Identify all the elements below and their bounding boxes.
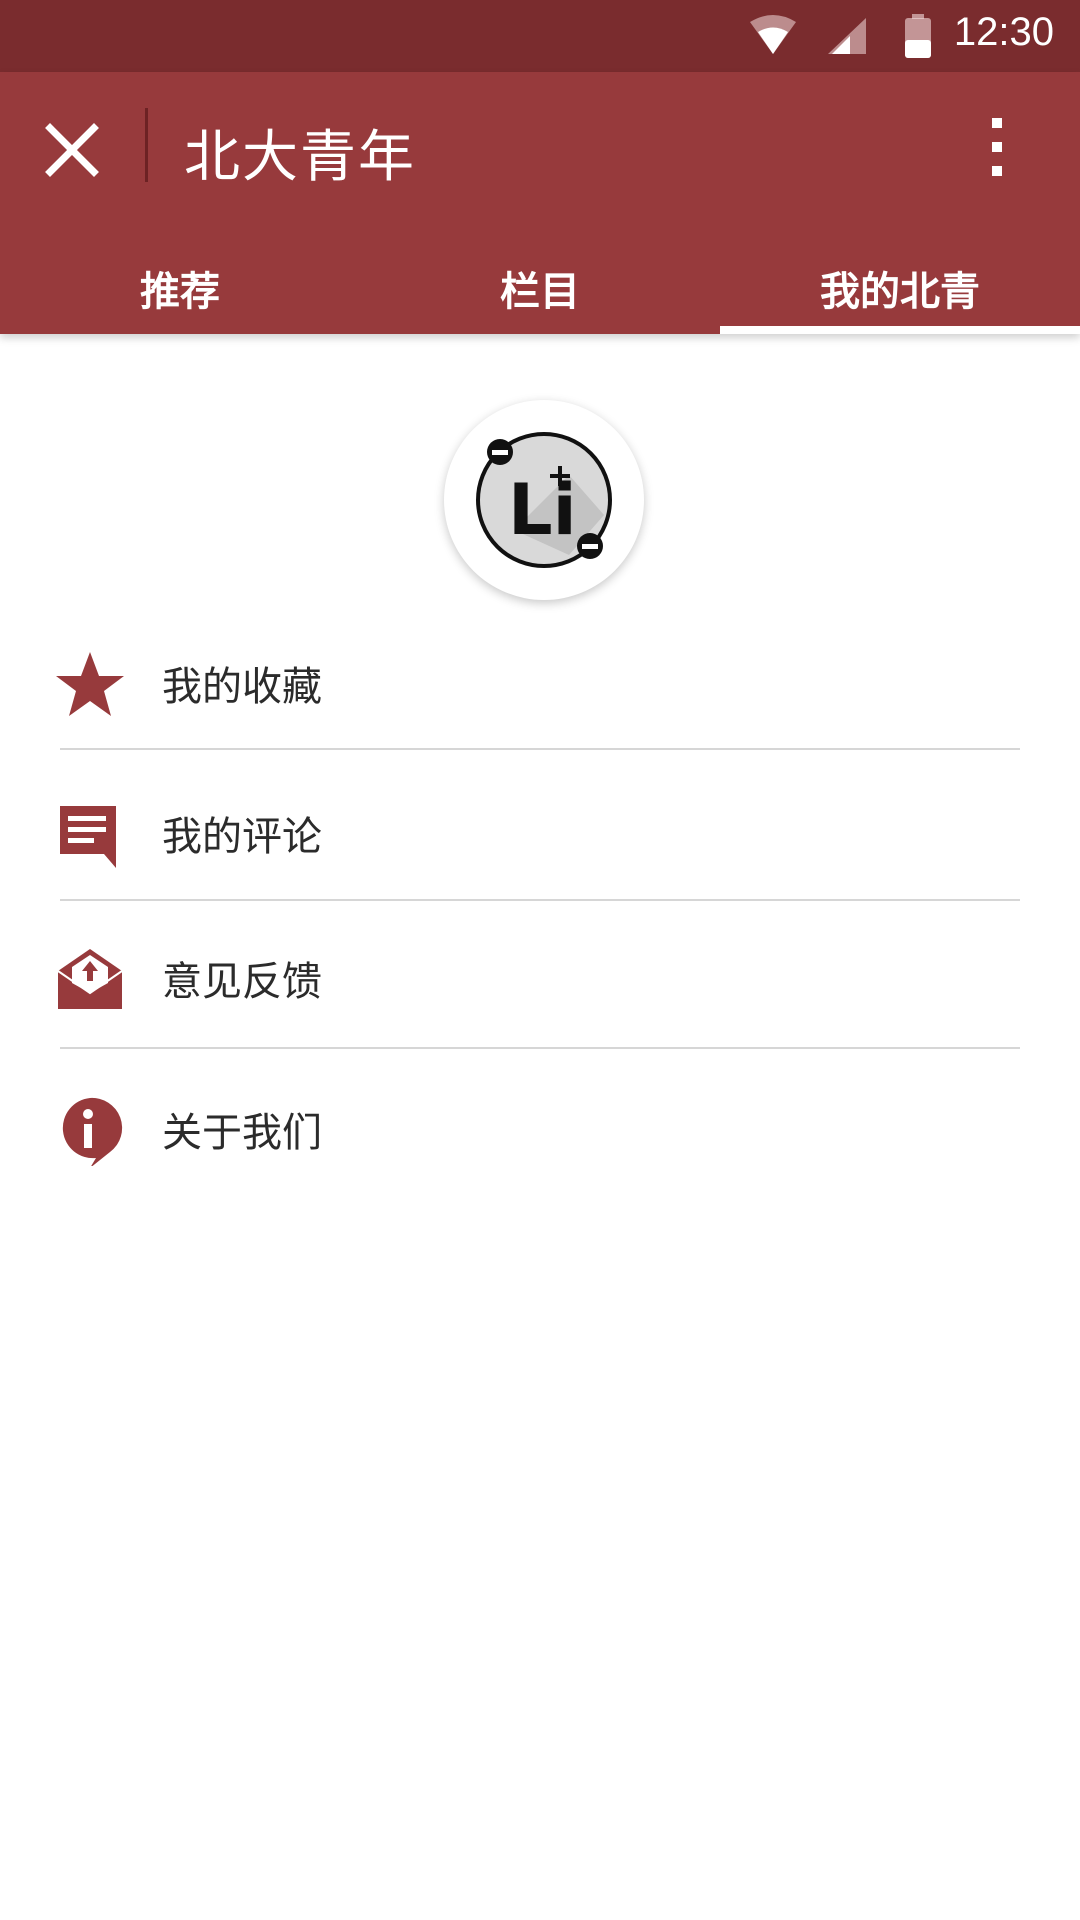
status-time: 12:30: [953, 10, 1054, 54]
more-options-button[interactable]: [968, 108, 1024, 188]
menu-item-label: 关于我们: [162, 1110, 322, 1156]
tab-indicator: [720, 326, 1080, 334]
more-vert-icon: [992, 118, 1002, 176]
tab-bar: 推荐 栏目 我的北青: [0, 242, 1080, 334]
wifi-icon: [748, 14, 798, 62]
menu-item-feedback[interactable]: 意见反馈: [0, 901, 1080, 1049]
close-button[interactable]: [36, 114, 108, 186]
menu-item-label: 意见反馈: [162, 959, 322, 1005]
tab-recommend[interactable]: 推荐: [0, 242, 360, 334]
star-icon: [54, 648, 126, 720]
avatar[interactable]: Li: [444, 400, 644, 600]
menu-item-label: 我的评论: [162, 814, 322, 860]
menu-item-label: 我的收藏: [162, 664, 322, 710]
menu-divider: [60, 748, 1020, 750]
menu-item-comments[interactable]: 我的评论: [0, 756, 1080, 904]
app-bar: 北大青年 推荐 栏目 我的北青: [0, 72, 1080, 334]
tab-columns[interactable]: 栏目: [360, 242, 720, 334]
battery-icon: [902, 14, 934, 64]
title-divider: [145, 108, 148, 182]
close-icon: [45, 123, 99, 177]
status-bar: 12:30: [0, 0, 1080, 72]
avatar-logo-icon: Li: [476, 432, 612, 568]
app-title: 北大青年: [184, 125, 416, 190]
signal-icon: [824, 14, 870, 62]
menu-item-about[interactable]: 关于我们: [0, 1052, 1080, 1200]
menu-divider: [60, 1047, 1020, 1049]
comment-icon: [54, 798, 126, 870]
avatar-logo-text: Li: [508, 469, 577, 551]
feedback-mail-icon: [54, 943, 126, 1015]
info-icon: [54, 1094, 126, 1168]
menu-item-favorites[interactable]: 我的收藏: [0, 606, 1080, 754]
tab-my-beiqing[interactable]: 我的北青: [720, 242, 1080, 334]
